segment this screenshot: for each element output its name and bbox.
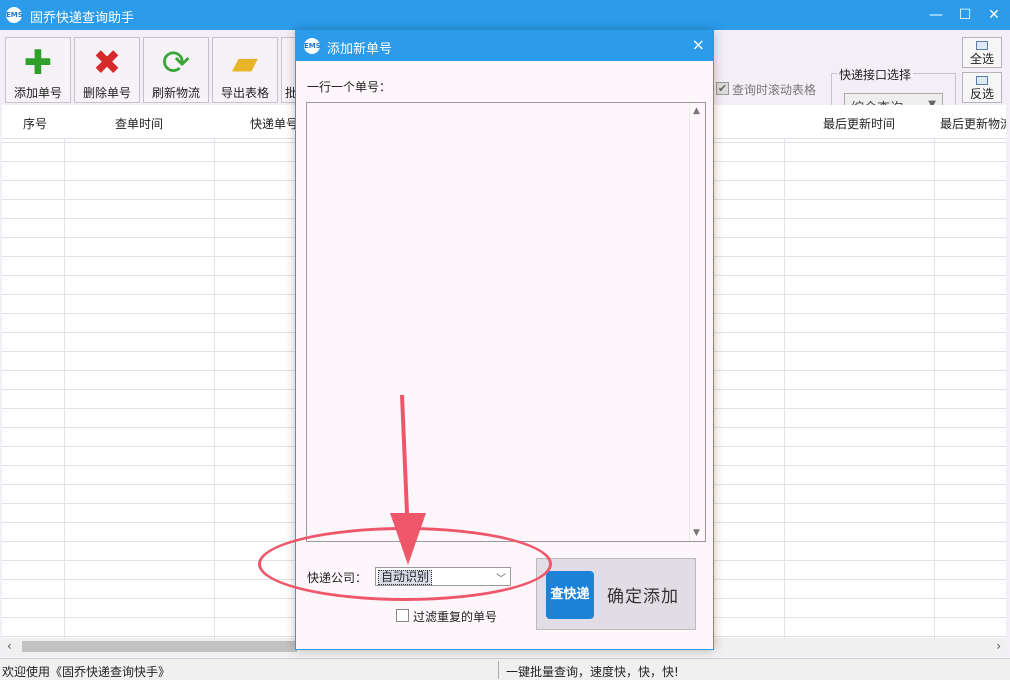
header-last-logistics[interactable]: 最后更新物流 — [940, 115, 1006, 132]
textarea-scrollbar[interactable]: ▲ ▼ — [689, 103, 705, 541]
add-number-button[interactable]: ✚ 添加单号 — [5, 37, 71, 103]
column-divider — [784, 105, 785, 638]
delete-icon: ✖ — [92, 43, 122, 83]
header-tracking-number[interactable]: 快递单号 — [250, 115, 298, 132]
dialog-title: 添加新单号 — [327, 42, 393, 57]
status-slogan: 一键批量查询，速度快，快，快! — [506, 665, 679, 679]
filter-duplicates-label: 过滤重复的单号 — [413, 610, 498, 624]
select-all-label: 全选 — [969, 52, 994, 66]
header-last-update-time[interactable]: 最后更新时间 — [823, 115, 895, 132]
refresh-logistics-label: 刷新物流 — [151, 86, 200, 100]
api-group-title: 快递接口选择 — [837, 66, 914, 83]
scroll-table-label: 查询时滚动表格 — [732, 83, 817, 97]
close-icon[interactable]: × — [692, 35, 705, 54]
scroll-right-icon[interactable]: › — [996, 639, 1001, 653]
delete-number-label: 删除单号 — [82, 86, 131, 100]
app-icon: EMS — [6, 7, 23, 23]
select-all-button[interactable]: 全选 — [962, 37, 1002, 68]
invert-select-button[interactable]: 反选 — [962, 72, 1002, 103]
instruction-label: 一行一个单号： — [307, 80, 392, 94]
status-divider — [498, 661, 499, 679]
confirm-add-label: 确定添加 — [607, 587, 679, 607]
header-index[interactable]: 序号 — [23, 115, 47, 132]
add-number-label: 添加单号 — [13, 86, 62, 100]
delete-number-button[interactable]: ✖ 删除单号 — [74, 37, 140, 103]
tracking-numbers-input[interactable]: ▲ ▼ — [306, 102, 706, 542]
column-divider — [214, 105, 215, 638]
select-all-icon — [976, 41, 988, 50]
column-divider — [934, 105, 935, 638]
folder-icon: ▰ — [231, 43, 259, 83]
invert-select-label: 反选 — [969, 87, 994, 101]
scroll-down-icon[interactable]: ▼ — [693, 528, 700, 538]
invert-select-icon — [976, 76, 988, 85]
scroll-up-icon[interactable]: ▲ — [693, 106, 700, 116]
refresh-icon: ⟳ — [161, 43, 191, 83]
header-query-time[interactable]: 查单时间 — [115, 115, 163, 132]
column-divider — [64, 105, 65, 638]
close-button[interactable]: ✕ — [982, 5, 1006, 25]
minimize-button[interactable]: — — [924, 5, 948, 25]
scrollbar-thumb[interactable] — [22, 641, 297, 652]
add-icon: ✚ — [23, 43, 53, 83]
filter-duplicates-checkbox[interactable] — [396, 609, 409, 622]
export-table-button[interactable]: ▰ 导出表格 — [212, 37, 278, 103]
dialog-app-icon: EMS — [304, 38, 321, 54]
export-table-label: 导出表格 — [220, 86, 269, 100]
confirm-add-button[interactable]: 查快递 确定添加 — [536, 558, 696, 630]
scroll-left-icon[interactable]: ‹ — [7, 639, 12, 653]
window-title: 固乔快递查询助手 — [30, 11, 135, 26]
status-welcome: 欢迎使用《固乔快递查询快手》 — [2, 665, 171, 679]
express-logo-icon: 查快递 — [546, 571, 594, 619]
refresh-logistics-button[interactable]: ⟳ 刷新物流 — [143, 37, 209, 103]
title-bar: EMS 固乔快递查询助手 — ☐ ✕ — [0, 0, 1010, 30]
maximize-button[interactable]: ☐ — [953, 5, 977, 25]
pointer-arrow-icon — [390, 395, 426, 565]
scroll-table-checkbox[interactable]: ✔ — [716, 82, 729, 95]
dialog-title-bar: EMS 添加新单号 × — [296, 31, 713, 61]
status-bar: 欢迎使用《固乔快递查询快手》 一键批量查询，速度快，快，快! — [0, 658, 1010, 680]
